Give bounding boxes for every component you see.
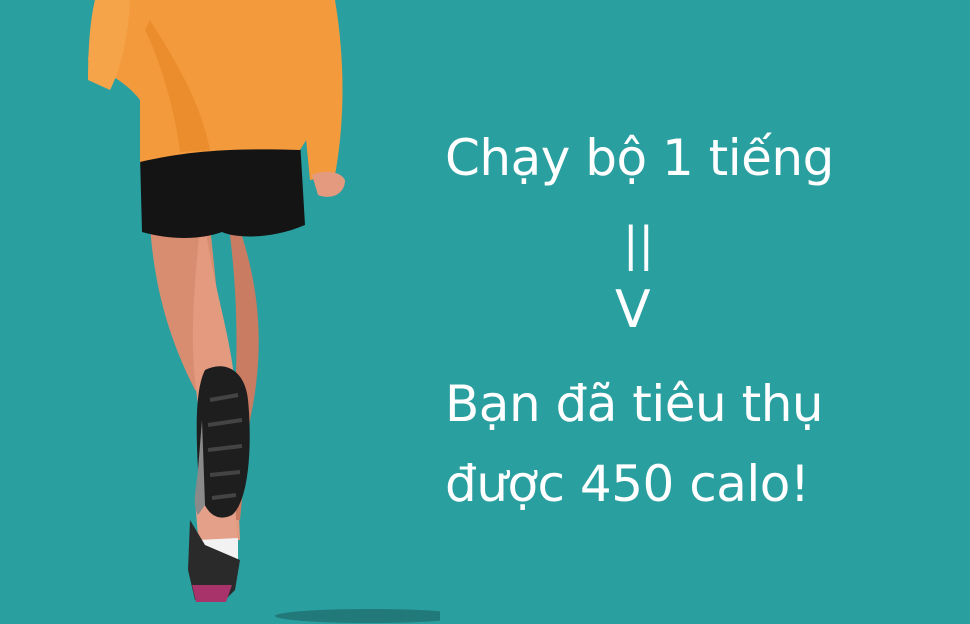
runner-illustration [88, 0, 440, 623]
headline-run-one-hour: Chạy bộ 1 tiếng [445, 129, 834, 187]
result-line-2: được 450 calo! [445, 455, 810, 513]
ground-shadow [275, 609, 440, 623]
result-line-1: Bạn đã tiêu thụ [445, 375, 824, 433]
arrow-head: V [615, 280, 651, 340]
arrow-shaft: || [623, 217, 654, 271]
